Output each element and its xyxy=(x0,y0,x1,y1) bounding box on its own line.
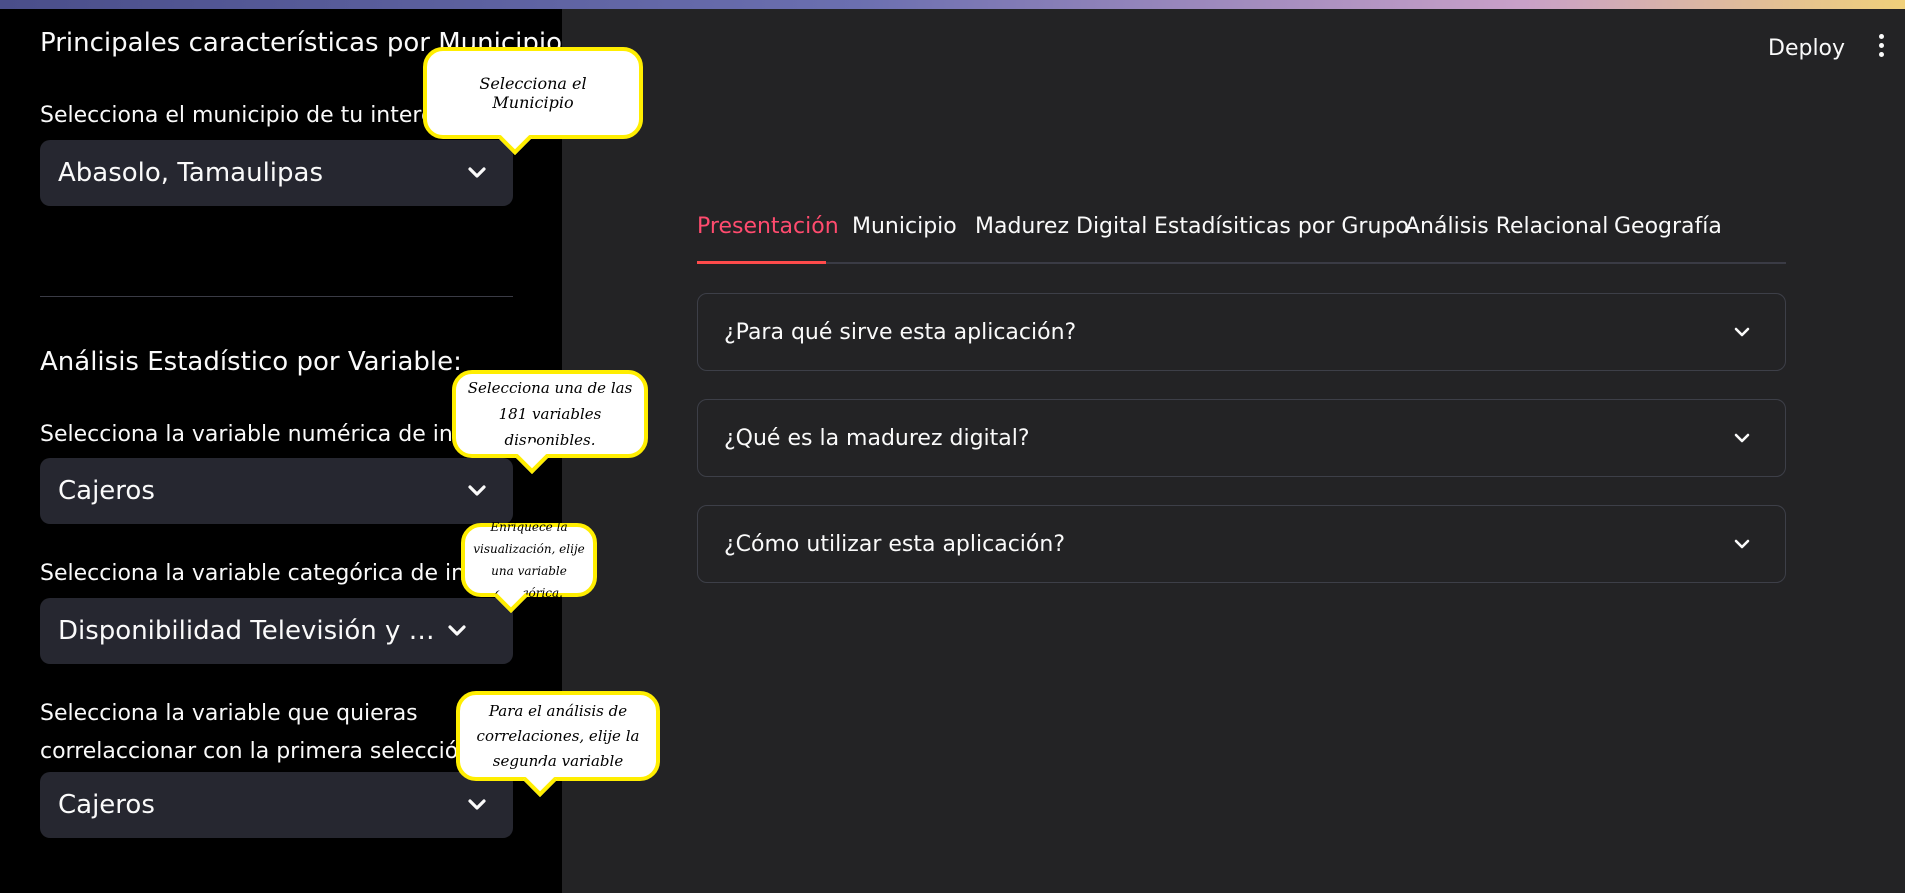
chevron-down-icon xyxy=(1729,425,1755,451)
chevron-down-icon xyxy=(443,617,471,645)
municipio-select[interactable]: Abasolo, Tamaulipas xyxy=(40,140,513,206)
chevron-down-icon xyxy=(463,791,491,819)
expander-para-que-sirve[interactable]: ¿Para qué sirve esta aplicación? xyxy=(697,293,1786,371)
categorical-variable-select[interactable]: Disponibilidad Televisión y Audio xyxy=(40,598,513,664)
kebab-menu-icon[interactable] xyxy=(1875,30,1887,64)
expander-madurez-digital[interactable]: ¿Qué es la madurez digital? xyxy=(697,399,1786,477)
numeric-variable-label: Selecciona la variable numérica de inter… xyxy=(40,422,516,447)
chevron-down-icon xyxy=(463,477,491,505)
correlation-variable-label-line2: correlaccionar con la primera selección: xyxy=(40,739,480,764)
callout-municipio-text: Selecciona el Municipio xyxy=(479,74,587,112)
categorical-variable-label: Selecciona la variable categórica de int… xyxy=(40,561,529,586)
tab-geografia[interactable]: Geografía xyxy=(1614,214,1722,239)
numeric-variable-select[interactable]: Cajeros xyxy=(40,458,513,524)
callout-categorical: Enriquece la visualización, elije una va… xyxy=(461,520,597,613)
expander-title: ¿Qué es la madurez digital? xyxy=(724,425,1030,451)
deploy-button[interactable]: Deploy xyxy=(1768,36,1845,61)
municipio-select-label: Selecciona el municipio de tu interés: xyxy=(40,103,454,128)
callout-municipio: Selecciona el Municipio xyxy=(423,47,643,155)
tab-bar-rule xyxy=(697,262,1786,264)
chevron-down-icon xyxy=(1729,319,1755,345)
expander-title: ¿Para qué sirve esta aplicación? xyxy=(724,319,1077,345)
active-tab-indicator xyxy=(697,261,826,264)
tab-madurez-digital[interactable]: Madurez Digital xyxy=(975,214,1147,239)
tab-analisis-relacional[interactable]: Análisis Relacional xyxy=(1405,214,1608,239)
callout-numeric: Selecciona una de las 181 variables disp… xyxy=(452,370,648,474)
expander-como-utilizar[interactable]: ¿Cómo utilizar esta aplicación? xyxy=(697,505,1786,583)
expander-title: ¿Cómo utilizar esta aplicación? xyxy=(724,531,1065,557)
numeric-variable-value: Cajeros xyxy=(58,476,155,506)
correlation-variable-select[interactable]: Cajeros xyxy=(40,772,513,838)
top-decoration-bar xyxy=(0,0,1905,9)
tab-bar: Presentación Municipio Madurez Digital E… xyxy=(697,208,1786,264)
municipio-select-value: Abasolo, Tamaulipas xyxy=(58,158,324,188)
callout-correlation-text: Para el análisis de correlaciones, elije… xyxy=(476,701,640,770)
correlation-variable-label-line1: Selecciona la variable que quieras xyxy=(40,701,418,726)
callout-categorical-text: Enriquece la visualización, elije una va… xyxy=(473,520,585,600)
chevron-down-icon xyxy=(463,159,491,187)
tab-presentacion[interactable]: Presentación xyxy=(697,214,839,239)
sidebar-divider xyxy=(40,296,513,297)
callout-numeric-text: Selecciona una de las 181 variables disp… xyxy=(467,379,633,449)
categorical-variable-value: Disponibilidad Televisión y Audio xyxy=(58,616,443,646)
tab-estadisticas-por-grupo[interactable]: Estadísiticas por Grupo xyxy=(1154,214,1409,239)
correlation-variable-value: Cajeros xyxy=(58,790,155,820)
section-title-analisis: Análisis Estadístico por Variable: xyxy=(40,347,462,377)
callout-correlation: Para el análisis de correlaciones, elije… xyxy=(456,691,660,797)
chevron-down-icon xyxy=(1729,531,1755,557)
tab-municipio[interactable]: Municipio xyxy=(852,214,957,239)
